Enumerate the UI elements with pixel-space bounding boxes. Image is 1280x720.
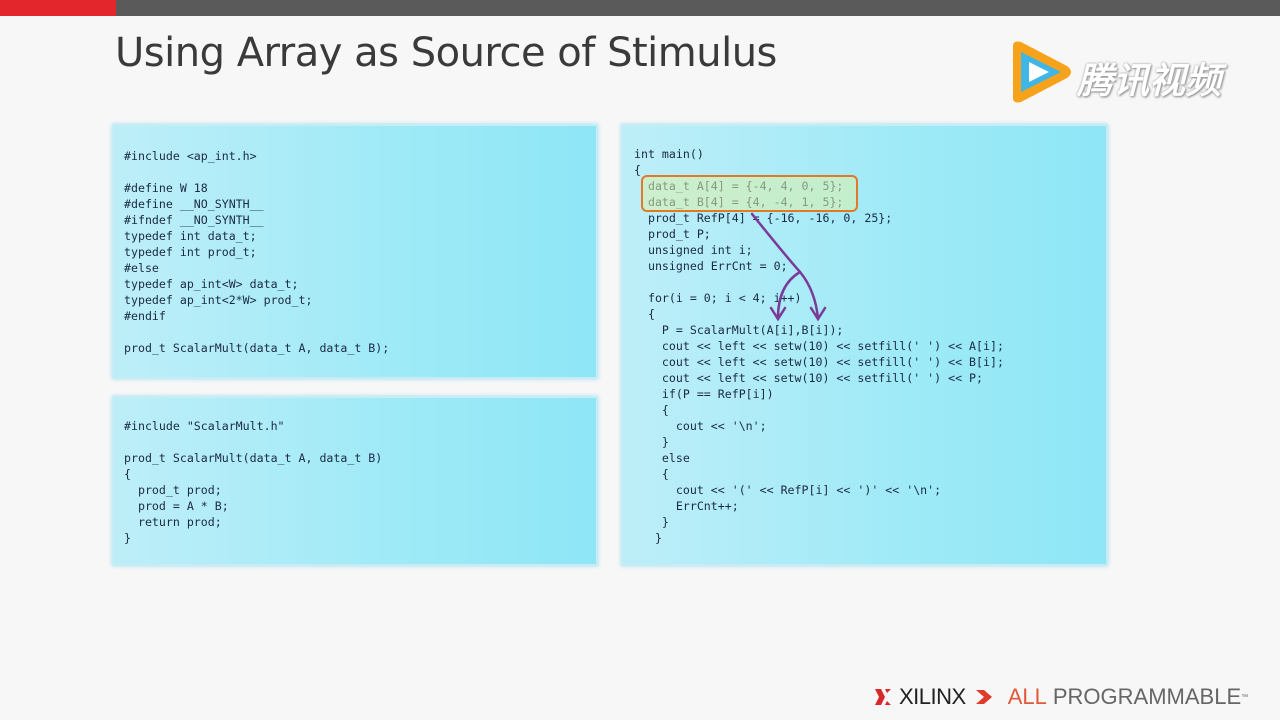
code-line: prod_t P;	[634, 227, 711, 241]
code-line: ErrCnt++;	[634, 499, 739, 513]
code-line: }	[634, 515, 669, 529]
code-line: prod = A * B;	[124, 499, 229, 513]
code-line: cout << '(' << RefP[i] << ')' << '\n';	[634, 483, 942, 497]
code-line: else	[634, 451, 690, 465]
code-line: #ifndef __NO_SYNTH__	[124, 213, 264, 227]
chevron-right-icon	[975, 690, 992, 704]
xilinx-x-icon	[875, 689, 891, 705]
code-line: for(i = 0; i < 4; i++)	[634, 291, 802, 305]
code-line: cout << left << setw(10) << setfill(' ')…	[634, 371, 984, 385]
tencent-video-watermark: 腾讯视频	[1005, 38, 1245, 106]
brand-name: XILINX	[899, 684, 966, 709]
top-bar	[0, 0, 1280, 16]
code-line: }	[634, 435, 669, 449]
code-line: #include <ap_int.h>	[124, 149, 257, 163]
header-code: #include <ap_int.h> #define W 18 #define _…	[124, 148, 389, 356]
code-line: #define W 18	[124, 181, 208, 195]
top-bar-accent	[0, 0, 116, 16]
code-line: prod_t ScalarMult(data_t A, data_t B)	[124, 451, 383, 465]
code-line: prod_t ScalarMult(data_t A, data_t B);	[124, 341, 390, 355]
code-line: cout << left << setw(10) << setfill(' ')…	[634, 355, 1004, 369]
code-line: #else	[124, 261, 159, 275]
play-logo-icon	[1013, 41, 1071, 103]
code-line: prod_t RefP[4] = {-16, -16, 0, 25};	[634, 211, 893, 225]
source-code: #include "ScalarMult.h" prod_t ScalarMult…	[124, 418, 382, 546]
code-line: if(P == RefP[i])	[634, 387, 774, 401]
code-line: {	[634, 467, 669, 481]
slide-title: Using Array as Source of Stimulus	[115, 30, 777, 76]
trademark: ™	[1241, 693, 1249, 701]
code-line: cout << '\n';	[634, 419, 767, 433]
code-line: {	[634, 307, 655, 321]
code-line: prod_t prod;	[124, 483, 222, 497]
code-line: {	[124, 467, 131, 481]
code-line: }	[634, 531, 662, 545]
code-line: #include "ScalarMult.h"	[124, 419, 285, 433]
array-highlight	[641, 175, 858, 212]
code-line: typedef ap_int<W> data_t;	[124, 277, 299, 291]
code-line: unsigned int i;	[634, 243, 753, 257]
code-line: return prod;	[124, 515, 222, 529]
code-line: unsigned ErrCnt = 0;	[634, 259, 788, 273]
code-line: }	[124, 531, 131, 545]
code-line: cout << left << setw(10) << setfill(' ')…	[634, 339, 1004, 353]
tagline-all: ALL	[1007, 684, 1047, 709]
header-file-panel: #include <ap_int.h> #define W 18 #define _…	[112, 124, 598, 379]
code-line: #endif	[124, 309, 166, 323]
code-line: int main()	[634, 147, 704, 161]
source-file-panel: #include "ScalarMult.h" prod_t ScalarMult…	[112, 396, 598, 566]
code-line: {	[634, 403, 669, 417]
code-line: typedef int prod_t;	[124, 245, 257, 259]
code-line: P = ScalarMult(A[i],B[i]);	[634, 323, 844, 337]
code-line: typedef int data_t;	[124, 229, 257, 243]
tagline-programmable: PROGRAMMABLE	[1052, 684, 1242, 709]
code-line: #define __NO_SYNTH__	[124, 197, 264, 211]
xilinx-footer-logo: XILINX ALL PROGRAMMABLE ™	[873, 684, 1248, 710]
code-line: typedef ap_int<2*W> prod_t;	[124, 293, 313, 307]
